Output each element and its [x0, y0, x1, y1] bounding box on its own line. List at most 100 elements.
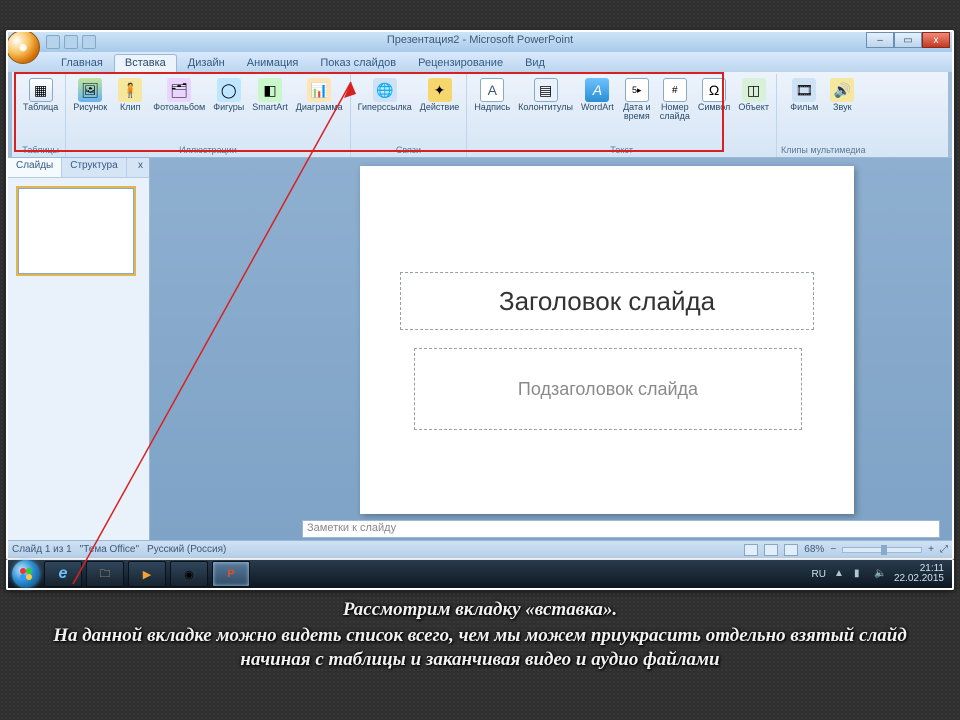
chart-button[interactable]: 📊 Диаграмма: [293, 76, 346, 114]
status-slide-count: Слайд 1 из 1: [12, 544, 72, 555]
group-label-media: Клипы мультимедиа: [781, 145, 866, 157]
zoom-slider[interactable]: [842, 547, 922, 553]
textbox-button[interactable]: A Надпись: [471, 76, 513, 114]
wordart-icon: A: [585, 78, 609, 102]
smartart-icon: ◧: [258, 78, 282, 102]
taskbar-chrome-button[interactable]: ◉: [170, 561, 208, 587]
picture-button[interactable]: 🖼 Рисунок: [70, 76, 110, 114]
taskbar-explorer-button[interactable]: 🗀: [86, 561, 124, 587]
table-label: Таблица: [23, 103, 58, 112]
symbol-label: Символ: [698, 103, 730, 112]
powerpoint-window: ◉ Презентация2 - Microsoft PowerPoint – …: [6, 30, 954, 560]
zoom-in-button[interactable]: +: [928, 544, 934, 555]
hyperlink-label: Гиперссылка: [358, 103, 412, 112]
tray-language[interactable]: RU: [811, 569, 825, 580]
table-button[interactable]: ▦ Таблица: [20, 76, 61, 114]
wordart-button[interactable]: A WordArt: [578, 76, 617, 114]
slideshow-view-button[interactable]: [784, 544, 798, 556]
start-button[interactable]: [12, 560, 40, 588]
chart-label: Диаграмма: [296, 103, 343, 112]
shapes-icon: ◯: [217, 78, 241, 102]
slidenum-button[interactable]: # Номер слайда: [657, 76, 693, 124]
tray-clock[interactable]: 21:11 22.02.2015: [894, 564, 944, 585]
normal-view-button[interactable]: [744, 544, 758, 556]
folder-icon: 🗀: [100, 565, 111, 584]
taskbar-powerpoint-button[interactable]: P: [212, 561, 250, 587]
table-icon: ▦: [29, 78, 53, 102]
tab-design[interactable]: Дизайн: [177, 54, 236, 72]
windows-logo-icon: [18, 566, 34, 582]
outline-tab[interactable]: Структура: [62, 158, 126, 177]
sorter-view-button[interactable]: [764, 544, 778, 556]
object-label: Объект: [738, 103, 769, 112]
tab-insert[interactable]: Вставка: [114, 54, 177, 72]
tab-view[interactable]: Вид: [514, 54, 556, 72]
work-area: Слайды Структура x Заголовок слайда Подз…: [8, 158, 952, 540]
minimize-button[interactable]: –: [866, 32, 894, 48]
tab-review[interactable]: Рецензирование: [407, 54, 514, 72]
quick-access-toolbar: [46, 35, 96, 49]
tab-animation[interactable]: Анимация: [236, 54, 310, 72]
qat-undo-icon[interactable]: [64, 35, 78, 49]
status-language[interactable]: Русский (Россия): [147, 544, 226, 555]
notes-pane[interactable]: Заметки к слайду: [302, 520, 940, 538]
clip-button[interactable]: 🧍 Клип: [112, 76, 148, 114]
shapes-label: Фигуры: [213, 103, 244, 112]
panel-close-button[interactable]: x: [132, 158, 149, 177]
tray-flag-icon[interactable]: ▲: [834, 568, 846, 580]
symbol-icon: Ω: [702, 78, 726, 102]
tutorial-caption: Рассмотрим вкладку «вставка». На данной …: [40, 598, 920, 671]
ie-icon: e: [59, 565, 68, 583]
sound-button[interactable]: 🔊 Звук: [824, 76, 860, 114]
office-button[interactable]: ◉: [6, 30, 40, 64]
headerfooter-button[interactable]: ▤ Колонтитулы: [515, 76, 576, 114]
object-button[interactable]: ◫ Объект: [735, 76, 772, 114]
zoom-out-button[interactable]: −: [830, 544, 836, 555]
textbox-icon: A: [480, 78, 504, 102]
maximize-button[interactable]: ▭: [894, 32, 922, 48]
sound-label: Звук: [833, 103, 851, 112]
status-theme: "Тема Office": [80, 544, 139, 555]
qat-save-icon[interactable]: [46, 35, 60, 49]
hyperlink-button[interactable]: 🌐 Гиперссылка: [355, 76, 415, 114]
object-icon: ◫: [742, 78, 766, 102]
taskbar-ie-button[interactable]: e: [44, 561, 82, 587]
close-button[interactable]: x: [922, 32, 950, 48]
slide-thumbnail-1[interactable]: [18, 188, 134, 274]
group-label-tables: Таблицы: [20, 145, 61, 157]
group-label-links: Связи: [355, 145, 463, 157]
tab-home[interactable]: Главная: [50, 54, 114, 72]
headerfooter-icon: ▤: [534, 78, 558, 102]
smartart-button[interactable]: ◧ SmartArt: [249, 76, 291, 114]
title-bar: ◉ Презентация2 - Microsoft PowerPoint – …: [8, 32, 952, 52]
tab-slideshow[interactable]: Показ слайдов: [309, 54, 407, 72]
qat-redo-icon[interactable]: [82, 35, 96, 49]
slidenum-icon: #: [663, 78, 687, 102]
tray-volume-icon[interactable]: 🔈: [874, 568, 886, 580]
action-button[interactable]: ✦ Действие: [417, 76, 463, 114]
datetime-button[interactable]: 5▸ Дата и время: [619, 76, 655, 124]
album-button[interactable]: 🗂 Фотоальбом: [150, 76, 208, 114]
ribbon-tabs: Главная Вставка Дизайн Анимация Показ сл…: [8, 52, 952, 72]
taskbar-mediaplayer-button[interactable]: ▶: [128, 561, 166, 587]
action-icon: ✦: [428, 78, 452, 102]
slides-tab[interactable]: Слайды: [8, 158, 62, 177]
wordart-label: WordArt: [581, 103, 614, 112]
fit-to-window-button[interactable]: ⤢: [940, 544, 948, 555]
chart-icon: 📊: [307, 78, 331, 102]
subtitle-placeholder[interactable]: Подзаголовок слайда: [414, 348, 802, 430]
caption-line-2: На данной вкладке можно видеть список вс…: [53, 625, 907, 670]
movie-button[interactable]: 🎞 Фильм: [786, 76, 822, 114]
ribbon-group-media: 🎞 Фильм 🔊 Звук Клипы мультимедиа: [777, 74, 870, 157]
ribbon-group-tables: ▦ Таблица Таблицы: [16, 74, 66, 157]
action-label: Действие: [420, 103, 460, 112]
shapes-button[interactable]: ◯ Фигуры: [210, 76, 247, 114]
ribbon-insert: ▦ Таблица Таблицы 🖼 Рисунок 🧍 Клип 🗂 Фот…: [12, 72, 948, 158]
symbol-button[interactable]: Ω Символ: [695, 76, 733, 114]
media-icon: ▶: [143, 568, 151, 581]
title-placeholder[interactable]: Заголовок слайда: [400, 272, 814, 330]
window-title: Презентация2 - Microsoft PowerPoint: [8, 34, 952, 46]
tray-network-icon[interactable]: ▮: [854, 568, 866, 580]
slide-canvas[interactable]: Заголовок слайда Подзаголовок слайда: [360, 166, 854, 514]
clip-icon: 🧍: [118, 78, 142, 102]
